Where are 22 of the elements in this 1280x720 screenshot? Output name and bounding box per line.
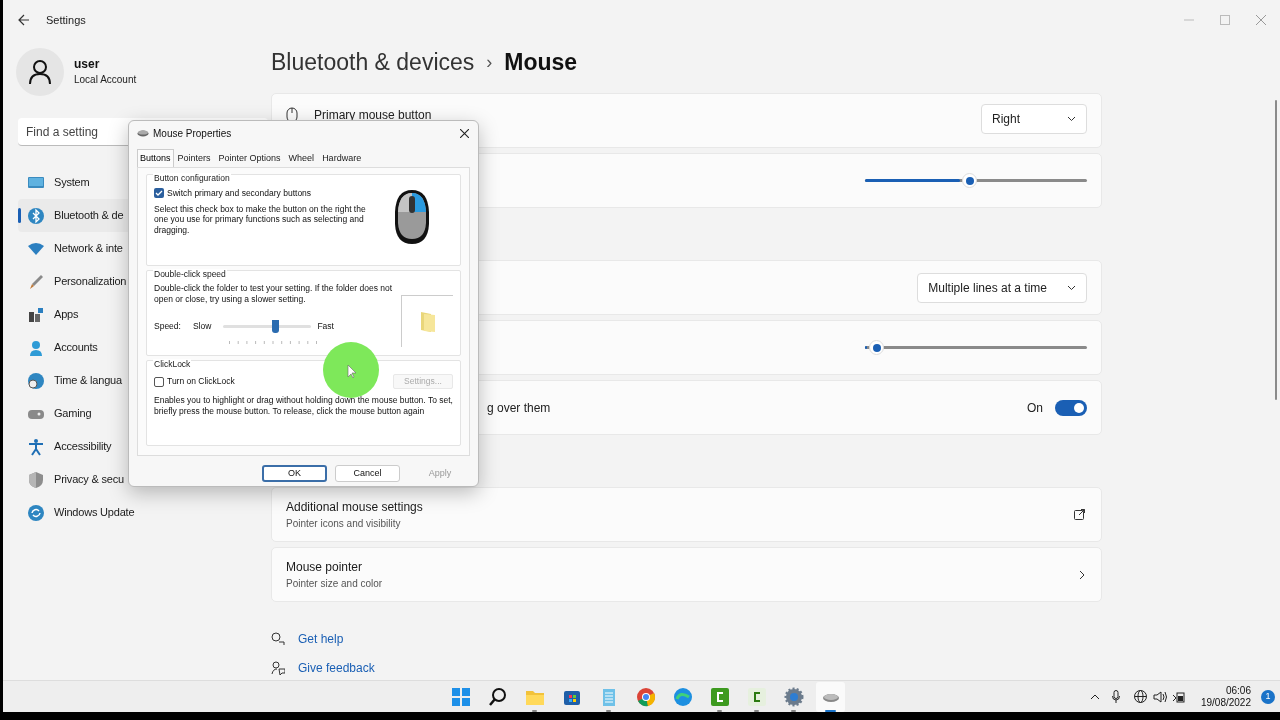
- breadcrumb-separator: ›: [486, 50, 493, 74]
- group-title: Button configuration: [153, 173, 231, 184]
- account-name: user: [74, 57, 101, 72]
- speed-label: Speed:: [154, 320, 181, 333]
- toggle-state: On: [1027, 399, 1043, 417]
- card-subtitle: Pointer icons and visibility: [286, 517, 402, 531]
- account-type: Local Account: [74, 73, 137, 87]
- description-text: Double-click the folder to test your setting. If the folder does not open or close, try using a slower setting.: [154, 283, 394, 304]
- description-text: Enables you to highlight or drag without holding down the mouse button. To set, briefly press the mouse button. To release, click the mouse button again: [154, 395, 454, 416]
- card-title: Additional mouse settings: [286, 499, 423, 516]
- group-title: Double-click speed: [153, 269, 227, 280]
- page-title: Mouse: [504, 47, 578, 77]
- setting-label: g over them: [487, 399, 551, 417]
- window-title: Settings: [46, 12, 86, 28]
- card-title: Mouse pointer: [286, 559, 364, 576]
- description-text: Select this check box to make the button on the right the one you use for primary functions such as selecting and dragging.: [154, 203, 366, 236]
- fast-label: Fast: [317, 320, 334, 333]
- slow-label: Slow: [192, 320, 212, 333]
- card-subtitle: Pointer size and color: [286, 577, 383, 591]
- dialog-title: Mouse Properties: [153, 126, 232, 141]
- group-title: ClickLock: [153, 359, 192, 370]
- setting-label: Primary mouse button: [314, 107, 432, 124]
